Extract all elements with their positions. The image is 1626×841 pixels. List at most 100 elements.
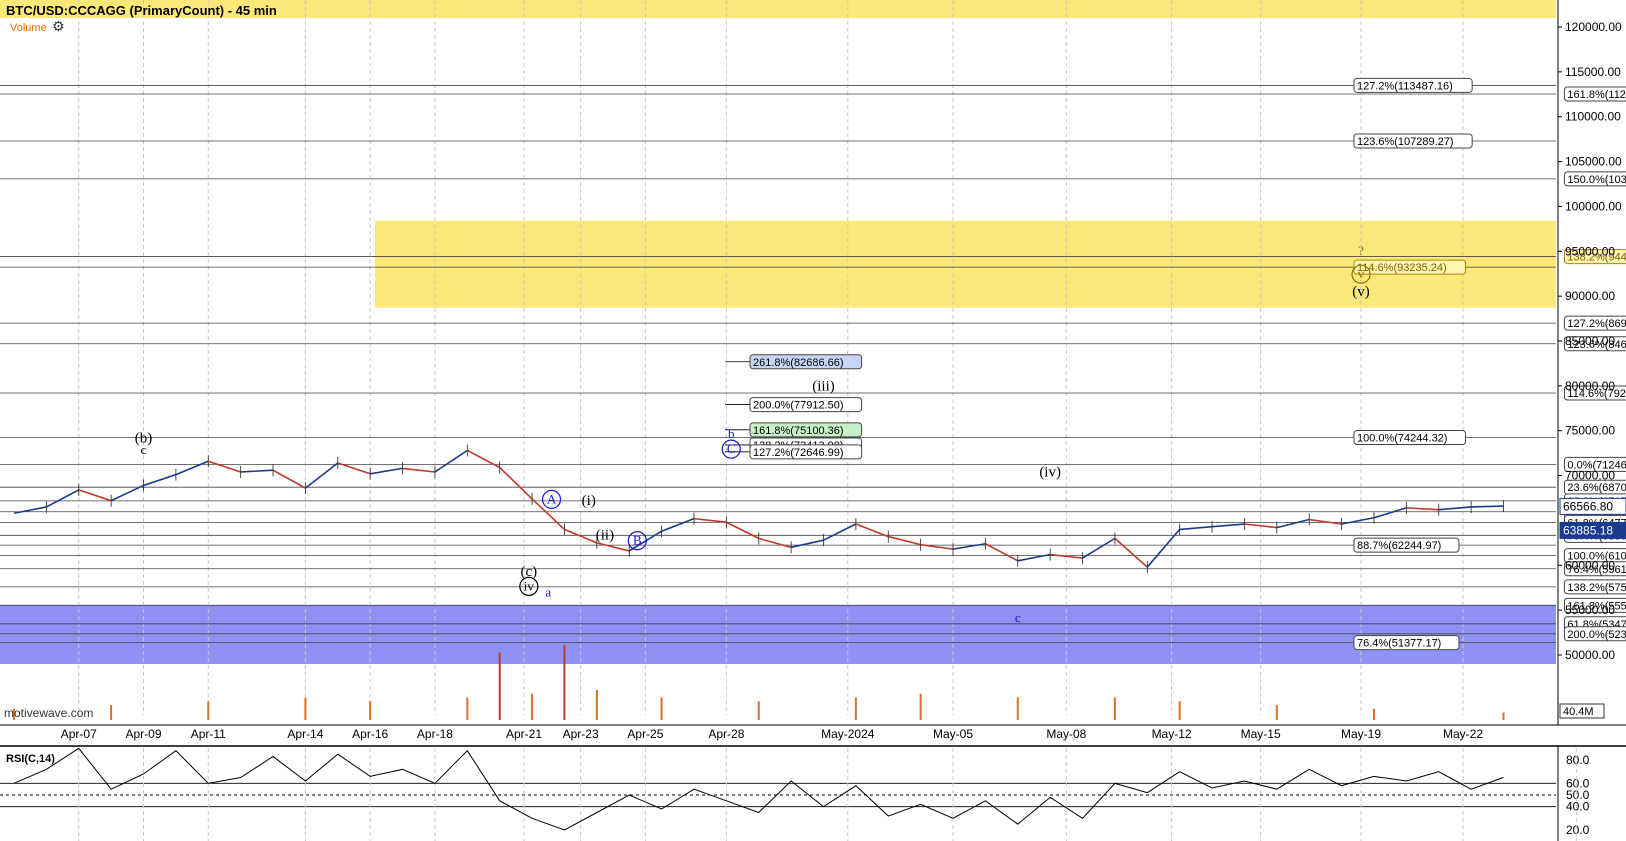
- wave-label: C: [727, 441, 736, 456]
- price-segment: [272, 469, 306, 489]
- wave-label: (i): [582, 493, 596, 509]
- price-segment: [143, 473, 177, 487]
- x-tick-label: May-15: [1241, 727, 1281, 741]
- price-segment: [985, 543, 1019, 562]
- rsi-tick-label: 20.0: [1566, 823, 1590, 837]
- chart-title: BTC/USD:CCCAGG (PrimaryCount) - 45 min: [6, 3, 277, 18]
- x-tick-label: May-19: [1341, 727, 1381, 741]
- wave-label: (iii): [812, 378, 835, 394]
- x-tick-label: Apr-14: [287, 727, 323, 741]
- price-segment: [790, 539, 824, 549]
- x-tick-label: Apr-07: [61, 727, 97, 741]
- price-segment: [1438, 506, 1472, 511]
- price-segment: [1341, 516, 1375, 525]
- volume-tag-label: 40.4M: [1563, 706, 1594, 718]
- x-tick-label: Apr-18: [417, 727, 453, 741]
- x-tick-label: May-08: [1046, 727, 1086, 741]
- price-segment: [78, 489, 112, 502]
- fib-label: 88.7%(62244.97): [1357, 540, 1441, 552]
- fib-label: 123.6%(107289.27): [1357, 136, 1454, 148]
- y-tick-label: 105000.00: [1565, 155, 1622, 169]
- y-tick-label: 85000.00: [1565, 334, 1615, 348]
- projection-label: 261.8%(82686.66): [753, 357, 844, 369]
- wave-label: iv: [524, 578, 535, 593]
- price-segment: [1114, 537, 1148, 568]
- fib-label: 138.2%(57590.54): [1567, 582, 1626, 594]
- y-tick-label: 90000.00: [1565, 289, 1615, 303]
- projection-label: 127.2%(72646.99): [753, 447, 844, 459]
- volume-label[interactable]: Volume: [10, 22, 47, 34]
- wave-label: c: [1015, 610, 1021, 625]
- price-segment: [888, 535, 921, 546]
- price-segment: [402, 467, 436, 473]
- y-tick-label: 80000.00: [1565, 379, 1615, 393]
- y-tick-label: 100000.00: [1565, 199, 1622, 213]
- price-segment: [758, 537, 792, 549]
- wave-label: v: [1358, 266, 1365, 281]
- price-segment: [823, 523, 857, 541]
- y-tick-label: 115000.00: [1565, 65, 1621, 79]
- y-tick-label: 75000.00: [1565, 424, 1615, 438]
- x-tick-label: Apr-11: [191, 727, 226, 741]
- x-tick-label: Apr-16: [352, 727, 388, 741]
- fib-label: 150.0%(103072.06): [1567, 174, 1626, 186]
- rsi-tick-label: 80.0: [1566, 753, 1590, 767]
- x-tick-label: Apr-25: [627, 727, 663, 741]
- price-segment: [110, 484, 144, 502]
- gear-icon[interactable]: ⚙: [52, 19, 65, 35]
- wave-label: A: [547, 491, 557, 506]
- support-zone-blue: [0, 604, 1556, 664]
- price-segment: [240, 469, 274, 473]
- price-segment: [693, 517, 727, 524]
- fib-label: 200.0%(52363.16): [1567, 629, 1626, 641]
- y-tick-label: 120000.00: [1565, 20, 1622, 34]
- rsi-title: RSI(C,14): [6, 753, 55, 765]
- price-segment: [13, 506, 47, 515]
- x-tick-label: May-2024: [821, 727, 875, 741]
- price-segment: [1211, 523, 1245, 528]
- price-segment: [952, 542, 986, 550]
- price-segment: [726, 521, 760, 540]
- price-segment: [1276, 518, 1310, 529]
- x-tick-label: May-12: [1152, 727, 1192, 741]
- price-segment: [208, 460, 241, 473]
- fib-label: 127.2%(113487.16): [1357, 80, 1453, 92]
- price-segment: [661, 517, 695, 532]
- price-segment: [1309, 518, 1342, 525]
- wave-label: ?: [1358, 243, 1364, 258]
- wave-label: (iv): [1039, 464, 1061, 480]
- price-segment: [1406, 507, 1439, 511]
- price-tag-label: 63885.18: [1563, 523, 1613, 537]
- y-tick-label: 50000.00: [1565, 648, 1615, 662]
- fib-label: 161.8%(112529.48): [1567, 89, 1626, 101]
- rsi-tick-label: 40.0: [1566, 800, 1590, 814]
- y-tick-label: 60000.00: [1565, 558, 1615, 572]
- price-segment: [46, 489, 80, 508]
- price-segment: [499, 466, 533, 500]
- wave-label: (v): [1352, 284, 1370, 300]
- fib-label: 23.6%(68704.23): [1567, 482, 1626, 494]
- fib-label: 127.2%(86991.13): [1567, 318, 1626, 330]
- wave-label: (ii): [596, 527, 614, 543]
- price-segment: [304, 462, 339, 489]
- wave-label: B: [633, 533, 642, 548]
- x-tick-label: Apr-23: [563, 727, 599, 741]
- y-tick-label: 55000.00: [1565, 603, 1615, 617]
- wave-label: a: [545, 585, 551, 600]
- y-tick-label: 70000.00: [1565, 469, 1615, 483]
- fib-label: 76.4%(51377.17): [1357, 638, 1441, 650]
- price-segment: [370, 467, 403, 475]
- x-tick-label: May-05: [933, 727, 973, 741]
- price-segment: [466, 449, 501, 469]
- wave-label: c: [141, 442, 147, 457]
- price-chart[interactable]: 127.2%(113487.16) 161.8%(112529.48) 123.6%…: [0, 0, 1626, 841]
- price-tag-label: 66566.80: [1563, 499, 1613, 513]
- price-segment: [596, 542, 630, 552]
- price-segment: [1179, 525, 1213, 531]
- y-tick-label: 110000.00: [1565, 110, 1621, 124]
- rsi-line: [13, 747, 1504, 831]
- price-segment: [434, 449, 468, 473]
- price-segment: [1471, 505, 1504, 508]
- x-tick-label: Apr-28: [708, 727, 744, 741]
- projection-label: 200.0%(77912.50): [753, 400, 844, 412]
